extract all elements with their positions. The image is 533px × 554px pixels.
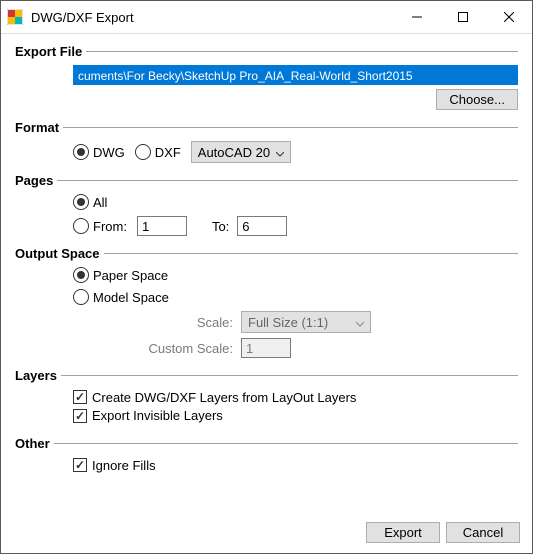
titlebar: DWG/DXF Export [1,1,532,34]
model-space-radio[interactable]: Model Space [73,289,169,305]
select-text: AutoCAD 20 [198,145,270,160]
radio-label: DXF [155,145,181,160]
choose-button[interactable]: Choose... [436,89,518,110]
layers-label: Layers [15,368,61,383]
radio-icon [73,289,89,305]
pages-all-radio[interactable]: All [73,194,107,210]
scale-select: Full Size (1:1) [241,311,371,333]
app-icon [7,9,23,25]
ignore-fills-checkbox[interactable]: Ignore Fills [73,458,156,473]
checkbox-label: Ignore Fills [92,458,156,473]
format-label: Format [15,120,63,135]
chevron-down-icon [276,145,284,160]
paper-space-radio[interactable]: Paper Space [73,267,168,283]
radio-icon [73,144,89,160]
radio-label: Model Space [93,290,169,305]
pages-to-label: To: [212,219,229,234]
window-title: DWG/DXF Export [31,10,394,25]
radio-label: All [93,195,107,210]
other-group: Other Ignore Fills [15,436,518,476]
divider [57,180,518,181]
divider [104,253,518,254]
create-layers-checkbox[interactable]: Create DWG/DXF Layers from LayOut Layers [73,390,356,405]
pages-to-input[interactable] [237,216,287,236]
radio-label: DWG [93,145,125,160]
divider [86,51,518,52]
cancel-button[interactable]: Cancel [446,522,520,543]
radio-icon [135,144,151,160]
pages-from-radio[interactable]: From: [73,218,127,234]
format-group: Format DWG DXF AutoCAD 20 [15,120,518,163]
pages-group: Pages All From: To: [15,173,518,236]
custom-scale-input [241,338,291,358]
export-button[interactable]: Export [366,522,440,543]
file-path-field[interactable]: cuments\For Becky\SketchUp Pro_AIA_Real-… [73,65,518,85]
pages-label: Pages [15,173,57,188]
maximize-button[interactable] [440,1,486,33]
radio-icon [73,267,89,283]
checkbox-icon [73,458,87,472]
other-label: Other [15,436,54,451]
radio-icon [73,218,89,234]
export-invisible-checkbox[interactable]: Export Invisible Layers [73,408,223,423]
export-file-label: Export File [15,44,86,59]
output-space-group: Output Space Paper Space Model Space [15,246,518,358]
select-text: Full Size (1:1) [248,315,328,330]
pages-from-input[interactable] [137,216,187,236]
radio-label: From: [93,219,127,234]
checkbox-icon [73,409,87,423]
minimize-button[interactable] [394,1,440,33]
layers-group: Layers Create DWG/DXF Layers from LayOut… [15,368,518,426]
close-button[interactable] [486,1,532,33]
export-file-group: Export File cuments\For Becky\SketchUp P… [15,44,518,110]
custom-scale-label: Custom Scale: [133,341,233,356]
scale-label: Scale: [133,315,233,330]
checkbox-label: Create DWG/DXF Layers from LayOut Layers [92,390,356,405]
checkbox-label: Export Invisible Layers [92,408,223,423]
footer: Export Cancel [1,514,532,553]
format-dxf-radio[interactable]: DXF [135,144,181,160]
format-dwg-radio[interactable]: DWG [73,144,125,160]
divider [61,375,518,376]
radio-icon [73,194,89,210]
radio-label: Paper Space [93,268,168,283]
autocad-version-select[interactable]: AutoCAD 20 [191,141,291,163]
checkbox-icon [73,390,87,404]
divider [63,127,518,128]
divider [54,443,518,444]
chevron-down-icon [356,315,364,330]
content-area: Export File cuments\For Becky\SketchUp P… [1,34,532,514]
output-space-label: Output Space [15,246,104,261]
export-dialog: DWG/DXF Export Export File cuments\For B… [0,0,533,554]
window-controls [394,1,532,33]
